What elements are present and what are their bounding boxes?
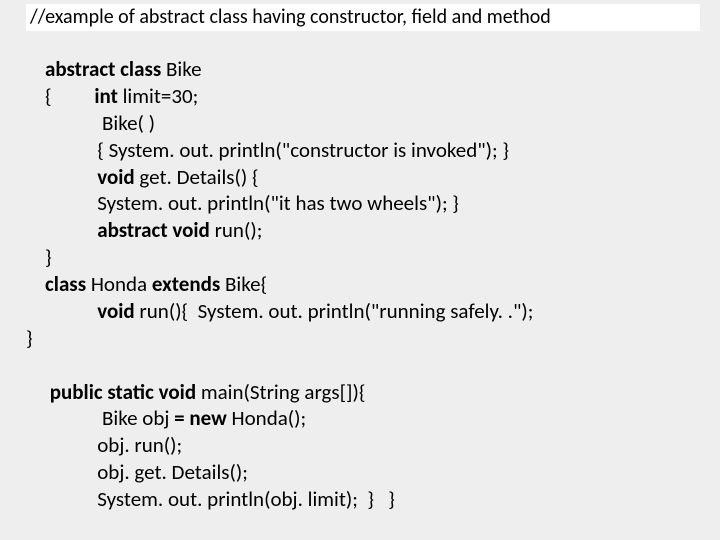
line-8: } (26, 244, 52, 270)
line-12: public static void main(String args[]){ (26, 379, 365, 405)
slide-title: //example of abstract class having const… (26, 4, 700, 31)
class-name-honda: Honda (86, 271, 147, 297)
ctor-body: { System. out. println("constructor is i… (97, 137, 509, 163)
kw-abstract-class: abstract class (45, 56, 161, 82)
kw-int: int (94, 83, 118, 109)
line-16: System. out. println(obj. limit); } } (26, 486, 395, 512)
line-4: { System. out. println("constructor is i… (26, 137, 509, 163)
method-getdetails-decl: get. Details() { (135, 164, 259, 190)
method-run-impl: run(){ System. out. println("running saf… (135, 298, 534, 324)
line-5: void get. Details() { (26, 164, 259, 190)
line-15: obj. get. Details(); (26, 459, 248, 485)
brace-close-bike: } (45, 244, 52, 270)
class-name-bike: Bike (161, 56, 201, 82)
extends-bike: Bike{ (220, 271, 267, 297)
line-6: System. out. println("it has two wheels"… (26, 190, 459, 216)
line-10: void run(){ System. out. println("runnin… (26, 298, 533, 324)
code-block: abstract class Bike { int limit=30; Bike… (26, 56, 710, 513)
line-7: abstract void run(); (26, 217, 262, 243)
var-obj-decl: Bike obj (97, 405, 169, 431)
line-14: obj. run(); (26, 432, 182, 458)
kw-eq-new: = new (169, 405, 226, 431)
slide: //example of abstract class having const… (0, 0, 720, 540)
line-9: class Honda extends Bike{ (26, 271, 267, 297)
brace-open: { (45, 83, 52, 109)
line-3: Bike( ) (26, 110, 155, 136)
kw-public-static-void: public static void (50, 379, 196, 405)
kw-void-1: void (97, 164, 134, 190)
main-decl: main(String args[]){ (196, 379, 365, 405)
kw-abstract-void: abstract void (97, 217, 210, 243)
field-limit: limit=30; (118, 83, 198, 109)
kw-class: class (45, 271, 86, 297)
method-getdetails-body: System. out. println("it has two wheels"… (97, 190, 459, 216)
line-2: { int limit=30; (26, 83, 198, 109)
kw-extends: extends (147, 271, 220, 297)
kw-void-2: void (97, 298, 134, 324)
line-11: } (26, 325, 33, 351)
ctor-bike: Bike( ) (97, 110, 155, 136)
method-run-abstract: run(); (210, 217, 263, 243)
call-getdetails: obj. get. Details(); (97, 459, 248, 485)
call-println-limit: System. out. println(obj. limit); } } (97, 486, 395, 512)
line-1: abstract class Bike (26, 56, 202, 82)
call-run: obj. run(); (97, 432, 182, 458)
line-13: Bike obj = new Honda(); (26, 405, 306, 431)
new-honda: Honda(); (227, 405, 306, 431)
